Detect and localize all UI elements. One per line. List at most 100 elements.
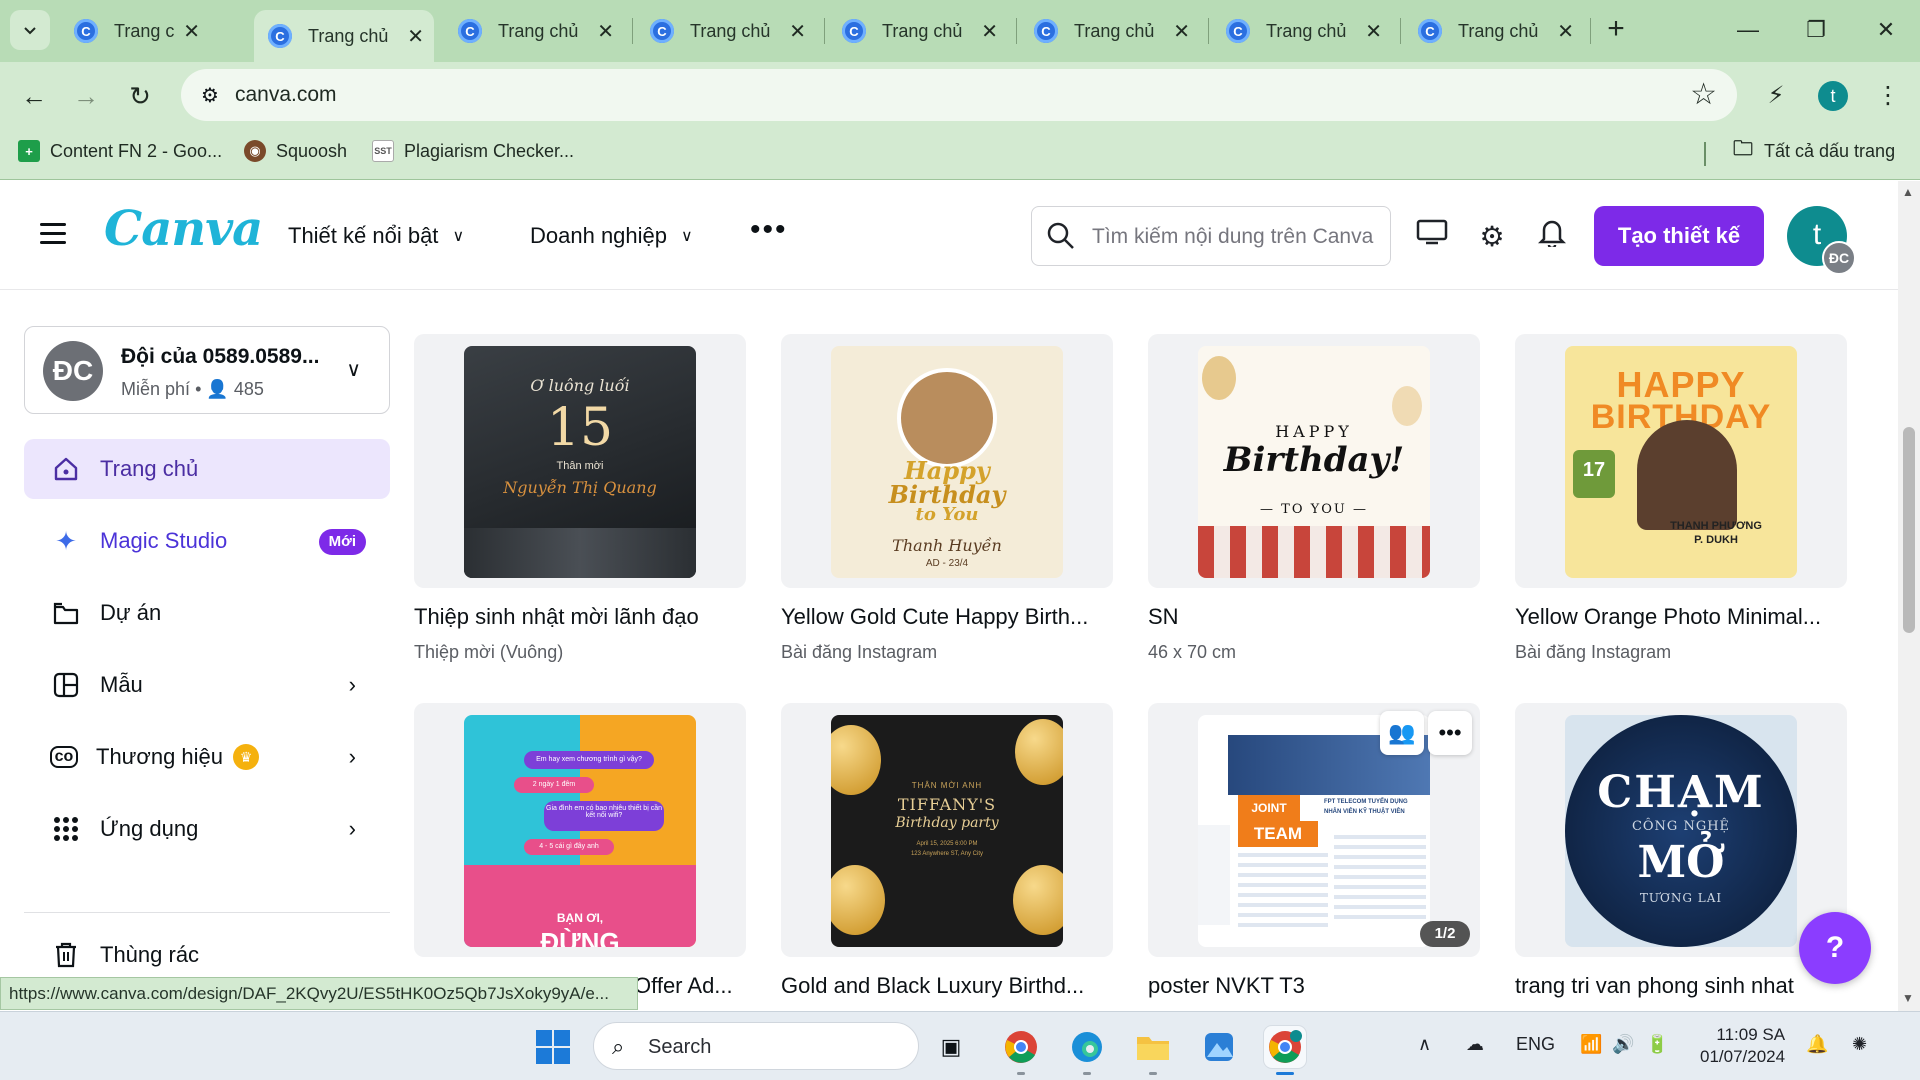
thumb-text: 123 Anywhere ST, Any City [910, 851, 984, 857]
design-title[interactable]: poster NVKT T3 [1148, 973, 1488, 999]
bookmark-item[interactable]: ◉ Squoosh [244, 140, 347, 162]
search-input[interactable]: Tìm kiếm nội dung trên Canva [1031, 206, 1391, 266]
help-button[interactable]: ? [1799, 912, 1871, 984]
team-switcher[interactable]: ĐC Đội của 0589.0589... Miễn phí • 👤 485… [24, 326, 390, 414]
share-people-icon[interactable]: 👥 [1380, 711, 1424, 755]
taskview-icon[interactable]: ▣ [930, 1026, 972, 1068]
back-arrow-icon[interactable]: ← [14, 76, 54, 116]
design-title[interactable]: SN [1148, 604, 1488, 630]
tab-separator [824, 18, 825, 44]
tab-close-icon[interactable]: ✕ [1365, 19, 1382, 44]
volume-icon[interactable]: 🔊 [1612, 1034, 1634, 1055]
minimize-icon[interactable]: — [1728, 12, 1768, 48]
scroll-thumb[interactable] [1903, 427, 1915, 633]
tab-close-icon[interactable]: ✕ [183, 19, 200, 44]
design-card[interactable]: Happy Birthday to You Thanh Huyền AD - 2… [781, 334, 1113, 588]
tab-close-icon[interactable]: ✕ [981, 19, 998, 44]
chrome-icon[interactable] [1000, 1026, 1042, 1068]
design-card[interactable]: Ơ luông luối 15 Thân mời Nguyễn Thị Quan… [414, 334, 746, 588]
performance-icon[interactable]: ⚡ [1756, 76, 1796, 116]
sidebar-item-brand[interactable]: co Thương hiệu ♛ › [24, 727, 390, 787]
browser-tab[interactable]: C Trang chủ ✕ [828, 10, 1008, 52]
tab-close-icon[interactable]: ✕ [789, 19, 806, 44]
bookmark-item[interactable]: SST Plagiarism Checker... [372, 140, 574, 162]
address-bar[interactable]: ⚙ canva.com ☆ [181, 69, 1737, 121]
settings-gear-icon[interactable]: ⚙ [1472, 217, 1512, 257]
design-card[interactable]: HAPPY Birthday! — TO YOU — [1148, 334, 1480, 588]
design-title[interactable]: Gold and Black Luxury Birthd... [781, 973, 1121, 999]
design-card[interactable]: Em hay xem chương trình gì vậy? 2 ngày 1… [414, 703, 746, 957]
bookmark-item[interactable]: + Content FN 2 - Goo... [18, 140, 222, 162]
reload-icon[interactable]: ↻ [120, 76, 160, 116]
design-thumbnail: THÂN MỜI ANH TIFFANY'S Birthday party Ap… [831, 715, 1063, 947]
browser-tab[interactable]: C Trang chủ ✕ [60, 10, 210, 52]
tab-close-icon[interactable]: ✕ [597, 19, 614, 44]
canva-logo[interactable]: Canva [104, 201, 263, 257]
create-design-button[interactable]: Tạo thiết kế [1594, 206, 1764, 266]
language-indicator[interactable]: ENG [1516, 1034, 1555, 1055]
desktop-app-icon[interactable] [1412, 217, 1452, 257]
sidebar-item-projects[interactable]: Dự án [24, 583, 390, 643]
bookmark-star-icon[interactable]: ☆ [1690, 77, 1717, 112]
tab-close-icon[interactable]: ✕ [407, 24, 424, 49]
profile-avatar[interactable]: t [1818, 81, 1848, 111]
battery-icon[interactable]: 🔋 [1646, 1034, 1668, 1055]
design-title[interactable]: trang tri van phong sinh nhat [1515, 973, 1815, 999]
more-options-icon[interactable]: ••• [750, 213, 788, 247]
design-title[interactable]: Yellow Orange Photo Minimal... [1515, 604, 1855, 630]
browser-tab[interactable]: C Trang chủ ✕ [636, 10, 816, 52]
system-clock[interactable]: 11:09 SA 01/07/2024 [1700, 1024, 1785, 1068]
wifi-icon[interactable]: 📶 [1580, 1034, 1602, 1055]
design-card[interactable]: JOINT TEAM FPT TELECOM TUYỂN DỤNG NHÂN V… [1148, 703, 1480, 957]
design-card[interactable]: HAPPY BIRTHDAY 17 THANH PHƯƠNG P. DUKH [1515, 334, 1847, 588]
more-options-icon[interactable]: ••• [1428, 711, 1472, 755]
file-explorer-icon[interactable] [1132, 1026, 1174, 1068]
thumb-text: TEAM [1238, 821, 1318, 847]
design-title[interactable]: Yellow Gold Cute Happy Birth... [781, 604, 1121, 630]
chrome-profile-icon[interactable] [1264, 1026, 1306, 1068]
hamburger-menu-icon[interactable] [40, 223, 66, 245]
sidebar-item-apps[interactable]: Ứng dụng › [24, 799, 390, 859]
tab-close-icon[interactable]: ✕ [1557, 19, 1574, 44]
browser-menu-icon[interactable]: ⋮ [1868, 76, 1908, 116]
design-card[interactable]: THÂN MỜI ANH TIFFANY'S Birthday party Ap… [781, 703, 1113, 957]
thumb-text: 17 [1573, 450, 1615, 498]
browser-tab[interactable]: C Trang chủ ✕ [1212, 10, 1392, 52]
close-window-icon[interactable]: ✕ [1866, 12, 1906, 48]
forward-arrow-icon[interactable]: → [66, 76, 106, 116]
photos-icon[interactable] [1198, 1026, 1240, 1068]
design-title[interactable]: Offer Ad... [634, 973, 744, 999]
copilot-icon[interactable]: ✺ [1852, 1034, 1867, 1055]
scroll-down-icon[interactable]: ▼ [1902, 991, 1914, 1005]
nav-featured-designs[interactable]: Thiết kế nổi bật ∨ [288, 223, 464, 249]
edge-icon[interactable] [1066, 1026, 1108, 1068]
browser-tab[interactable]: C Trang chủ ✕ [444, 10, 624, 52]
sidebar-item-home[interactable]: Trang chủ [24, 439, 390, 499]
nav-business[interactable]: Doanh nghiệp ∨ [530, 223, 693, 249]
site-settings-icon[interactable]: ⚙ [195, 81, 225, 111]
restore-icon[interactable]: ❐ [1796, 12, 1836, 48]
sidebar-item-magic-studio[interactable]: ✦ Magic Studio Mới [24, 511, 390, 571]
browser-tab[interactable]: C Trang chủ ✕ [1020, 10, 1200, 52]
design-card[interactable]: CHẠM CÔNG NGHỆ MỞ TƯƠNG LAI [1515, 703, 1847, 957]
scroll-up-icon[interactable]: ▲ [1902, 185, 1914, 199]
sidebar-item-templates[interactable]: Mẫu › [24, 655, 390, 715]
all-bookmarks[interactable]: 🗀 Tất cả dấu trang [1732, 138, 1895, 162]
notification-bell-icon[interactable] [1532, 217, 1572, 257]
design-title[interactable]: Thiệp sinh nhật mời lãnh đạo [414, 604, 754, 630]
bookmark-label: Squoosh [276, 140, 348, 161]
address-url[interactable]: canva.com [235, 83, 337, 107]
tab-search-button[interactable] [10, 10, 50, 50]
chevron-up-icon[interactable]: ∧ [1418, 1034, 1431, 1055]
notification-icon[interactable]: 🔔 [1806, 1034, 1828, 1055]
tab-close-icon[interactable]: ✕ [1173, 19, 1190, 44]
cloud-icon[interactable]: ☁ [1466, 1034, 1484, 1055]
new-tab-button[interactable]: + [1598, 12, 1634, 48]
browser-tab-active[interactable]: C Trang chủ ✕ [254, 10, 434, 62]
canva-favicon-icon: C [842, 19, 866, 43]
browser-tab[interactable]: C Trang chủ ✕ [1404, 10, 1584, 52]
taskbar-search[interactable]: ⌕ Search [593, 1022, 919, 1070]
windows-start-icon[interactable] [536, 1030, 570, 1064]
sidebar-item-trash[interactable]: Thùng rác [24, 925, 390, 985]
page-scrollbar[interactable]: ▲ ▼ [1898, 181, 1920, 1011]
